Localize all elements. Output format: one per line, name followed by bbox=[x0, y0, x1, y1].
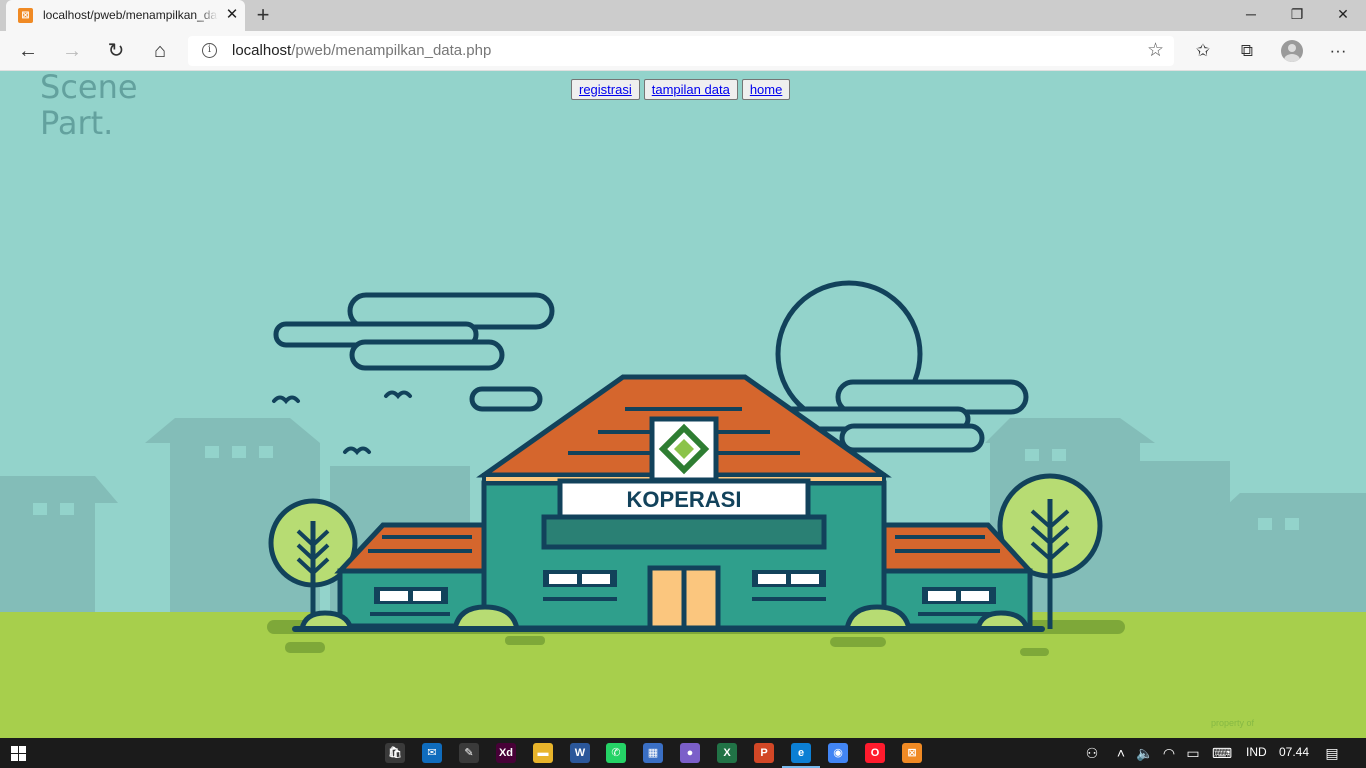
scene-part-label: Scene Part. bbox=[40, 71, 138, 141]
new-tab-button[interactable]: + bbox=[251, 3, 275, 27]
page-nav: registrasi tampilan data home bbox=[571, 79, 794, 100]
taskbar-adobe-xd-icon[interactable]: Xd bbox=[496, 743, 516, 763]
taskbar-paint-icon[interactable]: ✎ bbox=[459, 743, 479, 763]
profile-avatar[interactable] bbox=[1281, 40, 1303, 62]
taskbar-file-explorer-icon[interactable]: ▬ bbox=[533, 743, 553, 763]
chevron-up-icon[interactable]: ˄ bbox=[1112, 745, 1130, 761]
page-content: KOPERASI Scene Part. registrasi tampilan … bbox=[0, 71, 1366, 738]
tab-close-icon[interactable]: ✕ bbox=[223, 6, 241, 24]
home-button[interactable]: ⌂ bbox=[145, 36, 175, 66]
koperasi-scene-illustration: KOPERASI bbox=[0, 280, 1366, 738]
keyboard-icon[interactable]: ⌨ bbox=[1211, 745, 1233, 762]
clock[interactable]: 07.44 bbox=[1279, 745, 1309, 759]
url-host: localhost bbox=[232, 42, 292, 59]
taskbar-edge-icon[interactable]: e bbox=[782, 743, 820, 768]
tab-title: localhost/pweb/menampilkan_data.php bbox=[43, 8, 218, 22]
koperasi-sign: KOPERASI bbox=[627, 487, 742, 512]
taskbar-mail-icon[interactable]: ✉ bbox=[422, 743, 442, 763]
taskbar-whatsapp-icon[interactable]: ✆ bbox=[606, 743, 626, 763]
taskbar-excel-icon[interactable]: X bbox=[717, 743, 737, 763]
registrasi-button[interactable]: registrasi bbox=[571, 79, 640, 100]
property-of-text: property of bbox=[1211, 718, 1255, 728]
taskbar-powerpoint-icon[interactable]: P bbox=[754, 743, 774, 763]
people-icon[interactable]: ⚇ bbox=[1083, 745, 1101, 762]
notifications-icon[interactable]: ▤ bbox=[1323, 745, 1341, 762]
reload-button[interactable]: ↻ bbox=[101, 36, 131, 66]
tab-strip: ⊠ localhost/pweb/menampilkan_data.php ✕ … bbox=[0, 0, 1366, 31]
volume-icon[interactable]: 🔈 bbox=[1136, 745, 1154, 762]
back-button[interactable]: ← bbox=[13, 36, 43, 66]
taskbar-chrome-icon[interactable]: ◉ bbox=[828, 743, 848, 763]
taskbar-xampp-icon[interactable]: ⊠ bbox=[902, 743, 922, 763]
taskbar-opera-icon[interactable]: O bbox=[865, 743, 885, 763]
url-text[interactable]: localhost/pweb/menampilkan_data.php bbox=[232, 42, 491, 59]
close-window-button[interactable]: ✕ bbox=[1320, 0, 1366, 31]
browser-toolbar: ← → ↻ ⌂ i localhost/pweb/menampilkan_dat… bbox=[0, 31, 1366, 71]
taskbar-terminal-icon[interactable]: ▦ bbox=[643, 743, 663, 763]
xampp-favicon-icon: ⊠ bbox=[18, 8, 33, 23]
tampilan-data-button[interactable]: tampilan data bbox=[643, 79, 738, 100]
collections-icon[interactable]: ⧉ bbox=[1232, 36, 1262, 66]
minimize-button[interactable]: ─ bbox=[1228, 0, 1274, 31]
taskbar-store-icon[interactable]: 🛍 bbox=[385, 743, 405, 763]
address-bar[interactable]: i localhost/pweb/menampilkan_data.php ☆ bbox=[188, 36, 1174, 66]
windows-taskbar: 🛍 ✉ ✎ Xd ▬ W ✆ ▦ ● X Pe ◉ O ⊠ ⚇ ˄ 🔈 ◠ ▭ ⌨ IND 07.44 ▤ bbox=[0, 738, 1366, 768]
url-path: /pweb/menampilkan_data.php bbox=[291, 42, 492, 59]
settings-menu-icon[interactable]: ··· bbox=[1323, 36, 1353, 66]
restore-button[interactable]: ❐ bbox=[1274, 0, 1320, 31]
language-indicator[interactable]: IND bbox=[1246, 745, 1267, 759]
scene-label-line2: Part. bbox=[40, 104, 114, 142]
browser-tab-active[interactable]: ⊠ localhost/pweb/menampilkan_data.php ✕ bbox=[6, 0, 245, 31]
add-favorite-icon[interactable]: ☆ bbox=[1147, 39, 1164, 62]
wifi-icon[interactable]: ◠ bbox=[1160, 745, 1178, 762]
windows-start-icon[interactable] bbox=[11, 746, 26, 761]
scene-label-line1: Scene bbox=[40, 71, 138, 106]
battery-icon[interactable]: ▭ bbox=[1184, 745, 1202, 762]
forward-button[interactable]: → bbox=[57, 36, 87, 66]
home-link-button[interactable]: home bbox=[741, 79, 791, 100]
taskbar-teams-icon[interactable]: ● bbox=[680, 743, 700, 763]
favorites-icon[interactable]: ✩ bbox=[1188, 36, 1218, 66]
site-info-icon[interactable]: i bbox=[202, 43, 217, 58]
taskbar-word-icon[interactable]: W bbox=[570, 743, 590, 763]
